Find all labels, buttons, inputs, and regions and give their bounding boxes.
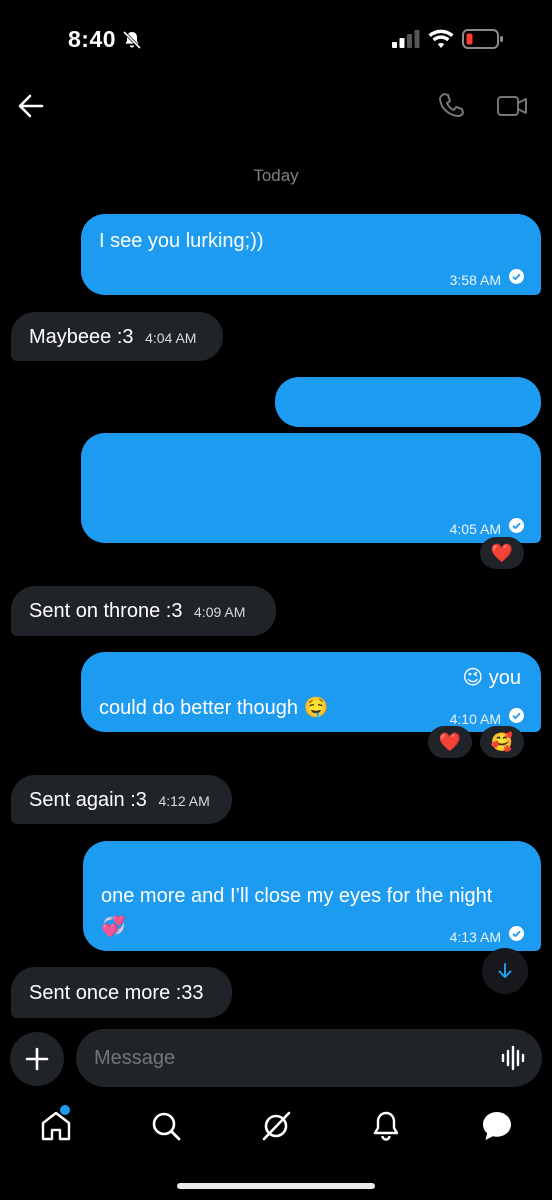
read-check-icon <box>509 708 524 723</box>
message-text: Sent once more :33 <box>29 982 204 1004</box>
notification-dot <box>60 1105 70 1115</box>
status-bar: 8:40 <box>0 0 552 84</box>
read-check-icon <box>509 518 524 533</box>
message-time: 4:12 AM <box>158 793 210 809</box>
status-time: 8:40 <box>68 26 117 52</box>
message-text-line1: one more and I’ll close my eyes for the … <box>101 885 493 907</box>
message-time: 4:04 AM <box>145 330 197 346</box>
incoming-message[interactable]: Sent on throne :3 4:09 AM <box>11 586 276 636</box>
home-indicator <box>177 1183 375 1189</box>
read-check-icon <box>509 269 524 284</box>
incoming-message[interactable]: Sent once more :33 <box>11 967 232 1018</box>
add-attachment-button[interactable] <box>10 1032 64 1086</box>
message-time: 4:13 AM <box>449 929 501 945</box>
message-time: 3:58 AM <box>449 272 501 288</box>
message-input[interactable] <box>94 1029 494 1087</box>
signal-icon <box>392 30 420 48</box>
plus-icon <box>25 1047 49 1071</box>
grok-icon[interactable] <box>258 1108 294 1144</box>
video-call-icon[interactable] <box>496 92 528 120</box>
phone-icon[interactable] <box>436 90 466 120</box>
wifi-icon <box>428 29 454 48</box>
outgoing-message[interactable]: 4:05 AM <box>81 433 541 543</box>
notifications-icon[interactable] <box>368 1108 404 1144</box>
heart-reaction[interactable]: ❤️ <box>428 726 472 758</box>
message-text: Maybeee :3 <box>29 326 134 348</box>
scroll-to-bottom-button[interactable] <box>482 948 528 994</box>
read-check-icon <box>509 926 524 941</box>
message-composer <box>76 1029 542 1087</box>
back-arrow-icon[interactable] <box>16 92 46 120</box>
incoming-message[interactable]: Sent again :3 4:12 AM <box>11 775 232 824</box>
bell-muted-icon <box>122 30 142 50</box>
outgoing-message[interactable] <box>275 377 541 427</box>
arrow-down-icon <box>498 963 512 978</box>
battery-icon <box>462 29 503 49</box>
love-face-reaction[interactable]: 🥰 <box>480 726 524 758</box>
message-text: Sent again :3 <box>29 789 147 811</box>
outgoing-message[interactable]: one more and I’ll close my eyes for the … <box>83 841 541 951</box>
message-text: Sent on throne :3 <box>29 600 183 622</box>
heart-reaction[interactable]: ❤️ <box>480 537 524 569</box>
incoming-message[interactable]: Maybeee :3 4:04 AM <box>11 312 223 361</box>
voice-message-icon[interactable] <box>500 1045 526 1071</box>
message-text-line1: 😉 you <box>462 667 521 689</box>
message-text-line2: could do better though 🤤 <box>99 697 329 719</box>
outgoing-message[interactable]: I see you lurking;)) 3:58 AM <box>81 214 541 295</box>
outgoing-message[interactable]: 😉 you could do better though 🤤 4:10 AM <box>81 652 541 732</box>
messages-icon[interactable] <box>479 1108 515 1144</box>
message-time: 4:09 AM <box>194 604 246 620</box>
search-icon[interactable] <box>148 1108 184 1144</box>
message-text-line2: 💞 <box>101 916 126 938</box>
message-text: I see you lurking;)) <box>99 230 264 252</box>
date-divider: Today <box>253 166 299 185</box>
